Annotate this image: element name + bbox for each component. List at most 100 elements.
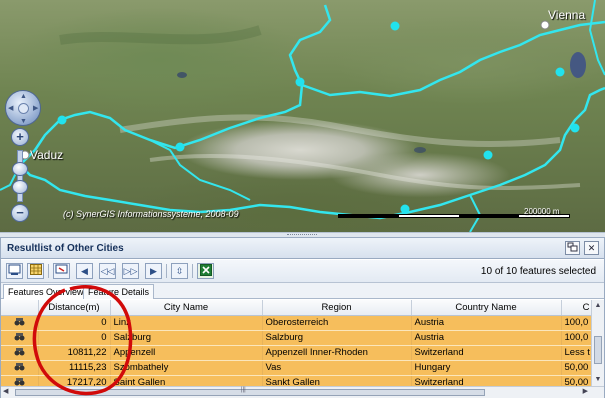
city-point (483, 150, 493, 160)
map-copyright: (c) SynerGIS Informationssysteme, 2008-0… (63, 209, 239, 219)
horizontal-scrollbar[interactable]: ◀ ||| ▶ (1, 386, 604, 398)
cell-country-name: Switzerland (411, 375, 562, 386)
table-row[interactable]: 0 Linz Oberosterreich Austria 100,0 (1, 315, 591, 331)
city-point (295, 77, 305, 87)
cell-c: Less t (561, 345, 591, 361)
scroll-up-icon[interactable]: ▲ (592, 300, 604, 311)
city-point (175, 142, 185, 152)
cell-distance: 17217,20 (38, 375, 111, 386)
pan-up-icon[interactable]: ▲ (20, 93, 27, 100)
cell-country-name: Austria (411, 330, 562, 346)
expand-button[interactable]: ⇳ (171, 263, 188, 279)
zoom-level-marker[interactable] (12, 180, 28, 194)
column-header-c[interactable]: C (561, 300, 591, 316)
city-point (390, 21, 400, 31)
dock-button[interactable] (565, 241, 580, 255)
pan-left-icon[interactable]: ◀ (8, 105, 13, 112)
zoom-to-button[interactable] (6, 263, 23, 279)
close-button[interactable]: ✕ (584, 241, 599, 255)
panel-title: Resultlist of Other Cities (7, 243, 124, 254)
table-row[interactable]: 17217,20 Saint Gallen Sankt Gallen Switz… (1, 375, 591, 386)
column-header-region[interactable]: Region (262, 300, 412, 316)
expand-icon: ⇳ (175, 266, 184, 276)
pan-down-icon[interactable]: ▼ (20, 118, 27, 125)
pan-right-icon[interactable]: ▶ (33, 105, 38, 112)
cell-c: 100,0 (561, 330, 591, 346)
last-icon: ▶ (150, 266, 157, 276)
row-zoom-cell[interactable] (1, 360, 39, 376)
result-panel: Resultlist of Other Cities ✕ ◀ ◁◁ ▷▷ ▶ ⇳ (0, 237, 605, 398)
scale-label: 200000 m (524, 207, 560, 216)
zoom-to-icon (8, 264, 21, 275)
column-header-country-name[interactable]: Country Name (411, 300, 562, 316)
row-zoom-cell[interactable] (1, 315, 39, 331)
panel-toolbar: ◀ ◁◁ ▷▷ ▶ ⇳ 10 of 10 features selected (1, 260, 604, 283)
excel-export-icon (199, 264, 212, 276)
city-point (540, 20, 550, 30)
column-header-icon[interactable] (1, 300, 39, 316)
scroll-down-icon[interactable]: ▼ (592, 374, 604, 385)
cell-c: 100,0 (561, 315, 591, 331)
splitter-grip[interactable] (287, 234, 317, 236)
plus-icon: + (16, 129, 24, 144)
city-label-vienna: Vienna (548, 8, 586, 22)
cell-city-name: Szombathely (110, 360, 263, 376)
cell-distance: 11115,23 (38, 360, 111, 376)
previous-page-button[interactable]: ◁◁ (99, 263, 116, 279)
column-header-distance[interactable]: Distance(m) (38, 300, 111, 316)
panel-header: Resultlist of Other Cities ✕ (1, 238, 604, 259)
table-row[interactable]: 10811,22 Appenzell Appenzell Inner-Rhode… (1, 345, 591, 361)
previous-icon: ◁◁ (100, 266, 115, 276)
panel-tabs: Features Overview Feature Details (1, 283, 604, 299)
binoculars-icon (14, 318, 25, 326)
dock-icon (567, 242, 578, 252)
row-zoom-cell[interactable] (1, 345, 39, 361)
select-icon (55, 264, 68, 274)
binoculars-icon (14, 348, 25, 356)
vertical-scrollbar[interactable]: ▲ ▼ (591, 300, 604, 386)
cell-country-name: Austria (411, 315, 562, 331)
pan-control[interactable]: ▲ ▼ ◀ ▶ (5, 90, 41, 126)
first-page-button[interactable]: ◀ (76, 263, 93, 279)
cell-distance: 0 (38, 330, 111, 346)
cell-city-name: Appenzell (110, 345, 263, 361)
column-header-city-name[interactable]: City Name (110, 300, 263, 316)
tab-feature-details[interactable]: Feature Details (83, 284, 155, 299)
minus-icon: − (16, 205, 24, 220)
map-navigation-control: ▲ ▼ ◀ ▶ + − (3, 88, 43, 228)
map-view[interactable]: Vaduz Vienna (c) SynerGIS Informationssy… (0, 0, 605, 232)
cell-country-name: Hungary (411, 360, 562, 376)
last-page-button[interactable]: ▶ (145, 263, 162, 279)
city-point (400, 204, 410, 214)
vertical-scroll-thumb[interactable] (594, 336, 602, 364)
zoom-in-button[interactable]: + (11, 128, 29, 146)
table-view-button[interactable] (27, 263, 44, 279)
row-zoom-cell[interactable] (1, 330, 39, 346)
next-page-button[interactable]: ▷▷ (122, 263, 139, 279)
table-row[interactable]: 0 Salzburg Salzburg Austria 100,0 (1, 330, 591, 346)
scroll-right-icon[interactable]: ▶ (583, 387, 588, 395)
cell-c: 50,00 (561, 375, 591, 386)
cell-country-name: Switzerland (411, 345, 562, 361)
cell-city-name: Salzburg (110, 330, 263, 346)
zoom-slider-knob[interactable] (12, 162, 28, 176)
cell-region: Appenzell Inner-Rhoden (262, 345, 412, 361)
select-button[interactable] (53, 263, 70, 279)
binoculars-icon (14, 378, 25, 386)
city-point (570, 123, 580, 133)
table-header-row: Distance(m) City Name Region Country Nam… (1, 300, 591, 316)
cell-region: Oberosterreich (262, 315, 412, 331)
table-row[interactable]: 11115,23 Szombathely Vas Hungary 50,00 (1, 360, 591, 376)
city-point (555, 67, 565, 77)
tab-features-overview[interactable]: Features Overview (3, 284, 89, 299)
row-zoom-cell[interactable] (1, 375, 39, 386)
next-icon: ▷▷ (123, 266, 138, 276)
city-point (57, 115, 67, 125)
zoom-out-button[interactable]: − (11, 204, 29, 222)
excel-export-button[interactable] (197, 263, 214, 279)
pan-center-icon[interactable] (18, 103, 29, 114)
cell-distance: 0 (38, 315, 111, 331)
horizontal-scroll-thumb[interactable] (15, 389, 485, 396)
zoom-slider-track[interactable] (17, 150, 23, 202)
scroll-left-icon[interactable]: ◀ (3, 387, 8, 395)
